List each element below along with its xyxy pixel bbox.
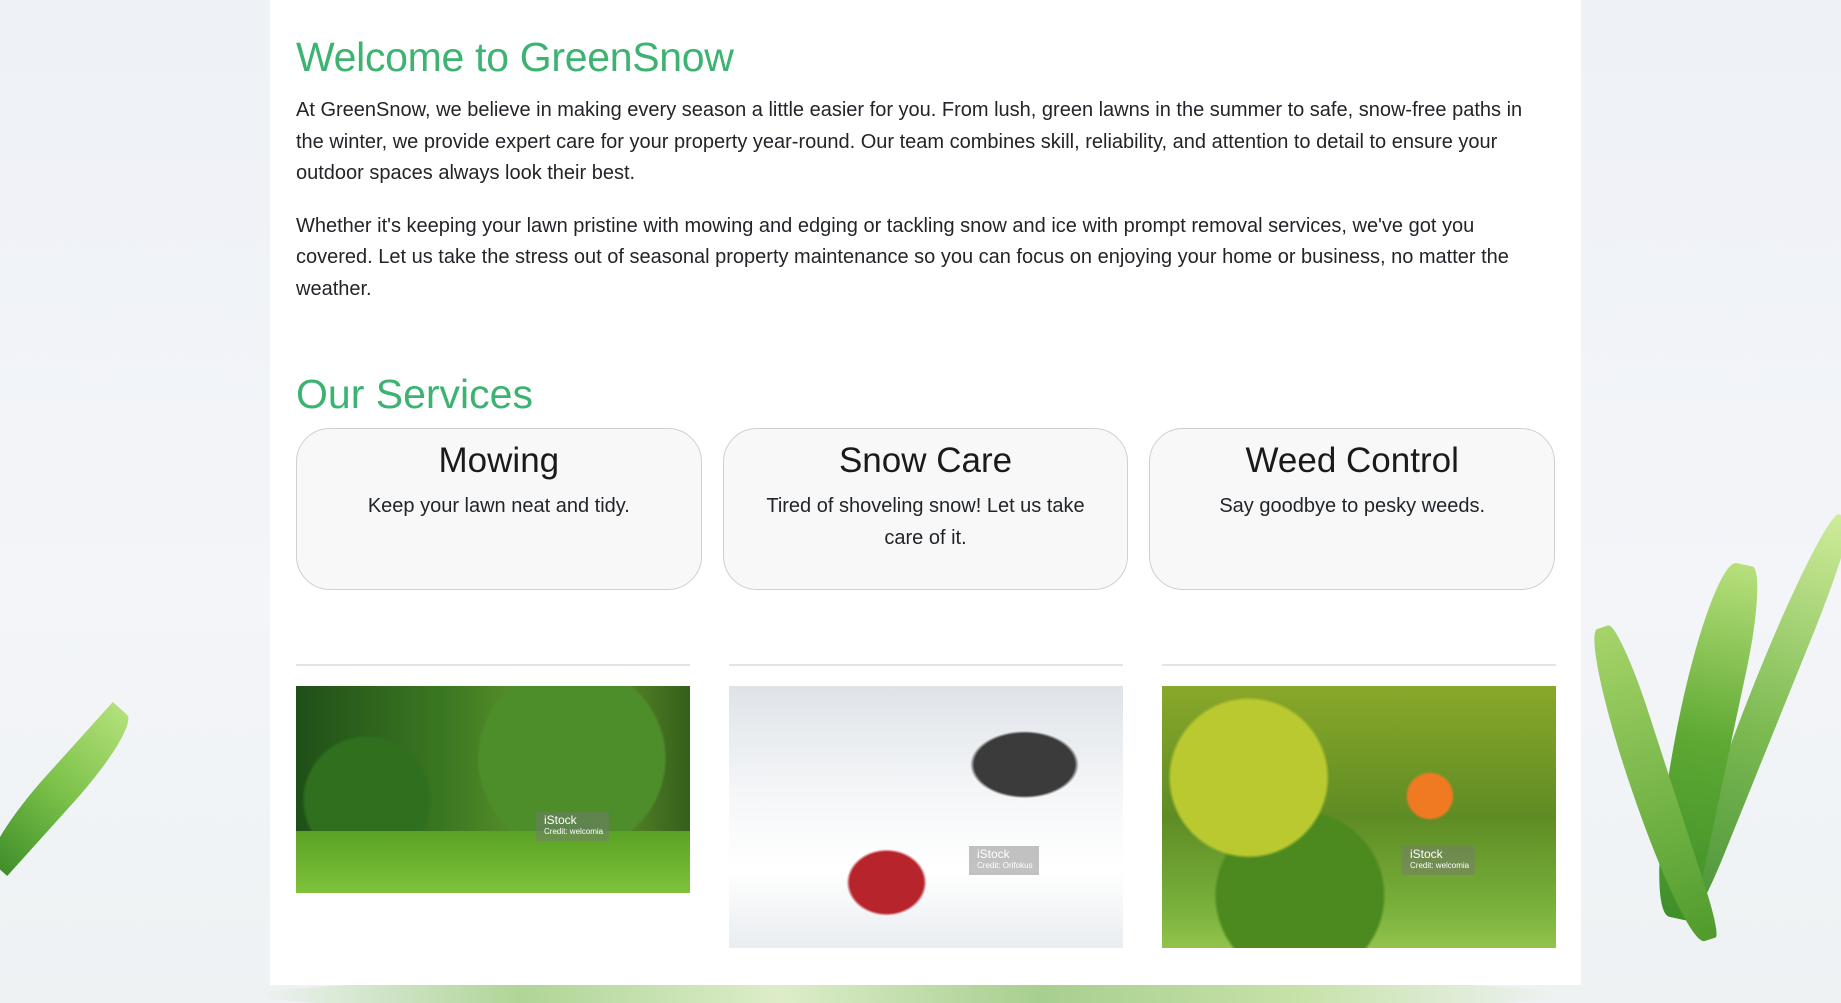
istock-watermark: iStock Credit: welcomia — [1402, 846, 1476, 875]
service-gallery: iStock Credit: welcomia iStock Credit: O… — [296, 664, 1556, 948]
divider — [729, 664, 1123, 666]
service-card-mowing: Mowing Keep your lawn neat and tidy. — [296, 428, 702, 590]
lawn-mowing-photo: iStock Credit: welcomia — [296, 686, 690, 893]
snow-blower-photo: iStock Credit: Orifokus — [729, 686, 1123, 948]
istock-watermark: iStock Credit: welcomia — [536, 812, 610, 841]
main-content: Welcome to GreenSnow At GreenSnow, we be… — [270, 0, 1581, 985]
intro-paragraph: At GreenSnow, we believe in making every… — [296, 99, 1523, 184]
services-cards: Mowing Keep your lawn neat and tidy. Sno… — [296, 428, 1556, 590]
service-card-description: Say goodbye to pesky weeds. — [1219, 495, 1486, 517]
service-card-title: Snow Care — [838, 441, 1013, 480]
service-card-snow-care: Snow Care Tired of shoveling snow! Let u… — [722, 428, 1129, 590]
divider — [296, 664, 690, 666]
gallery-item: iStock Credit: Orifokus — [729, 664, 1123, 948]
gardener-weeding-photo: iStock Credit: welcomia — [1162, 686, 1556, 948]
services-heading: Our Services — [296, 371, 533, 417]
istock-watermark: iStock Credit: Orifokus — [969, 846, 1039, 875]
divider — [1162, 664, 1556, 666]
decorative-leaf — [0, 701, 142, 877]
intro-paragraph: Whether it's keeping your lawn pristine … — [296, 214, 1509, 300]
gallery-item: iStock Credit: welcomia — [1162, 664, 1556, 948]
page-title: Welcome to GreenSnow — [296, 34, 734, 80]
gallery-item: iStock Credit: welcomia — [296, 664, 690, 948]
service-card-title: Weed Control — [1245, 441, 1459, 480]
service-card-weed-control: Weed Control Say goodbye to pesky weeds. — [1149, 428, 1556, 590]
service-card-title: Mowing — [438, 441, 560, 480]
service-card-description: Tired of shoveling snow! Let us take car… — [766, 495, 1085, 549]
service-card-description: Keep your lawn neat and tidy. — [367, 495, 630, 517]
